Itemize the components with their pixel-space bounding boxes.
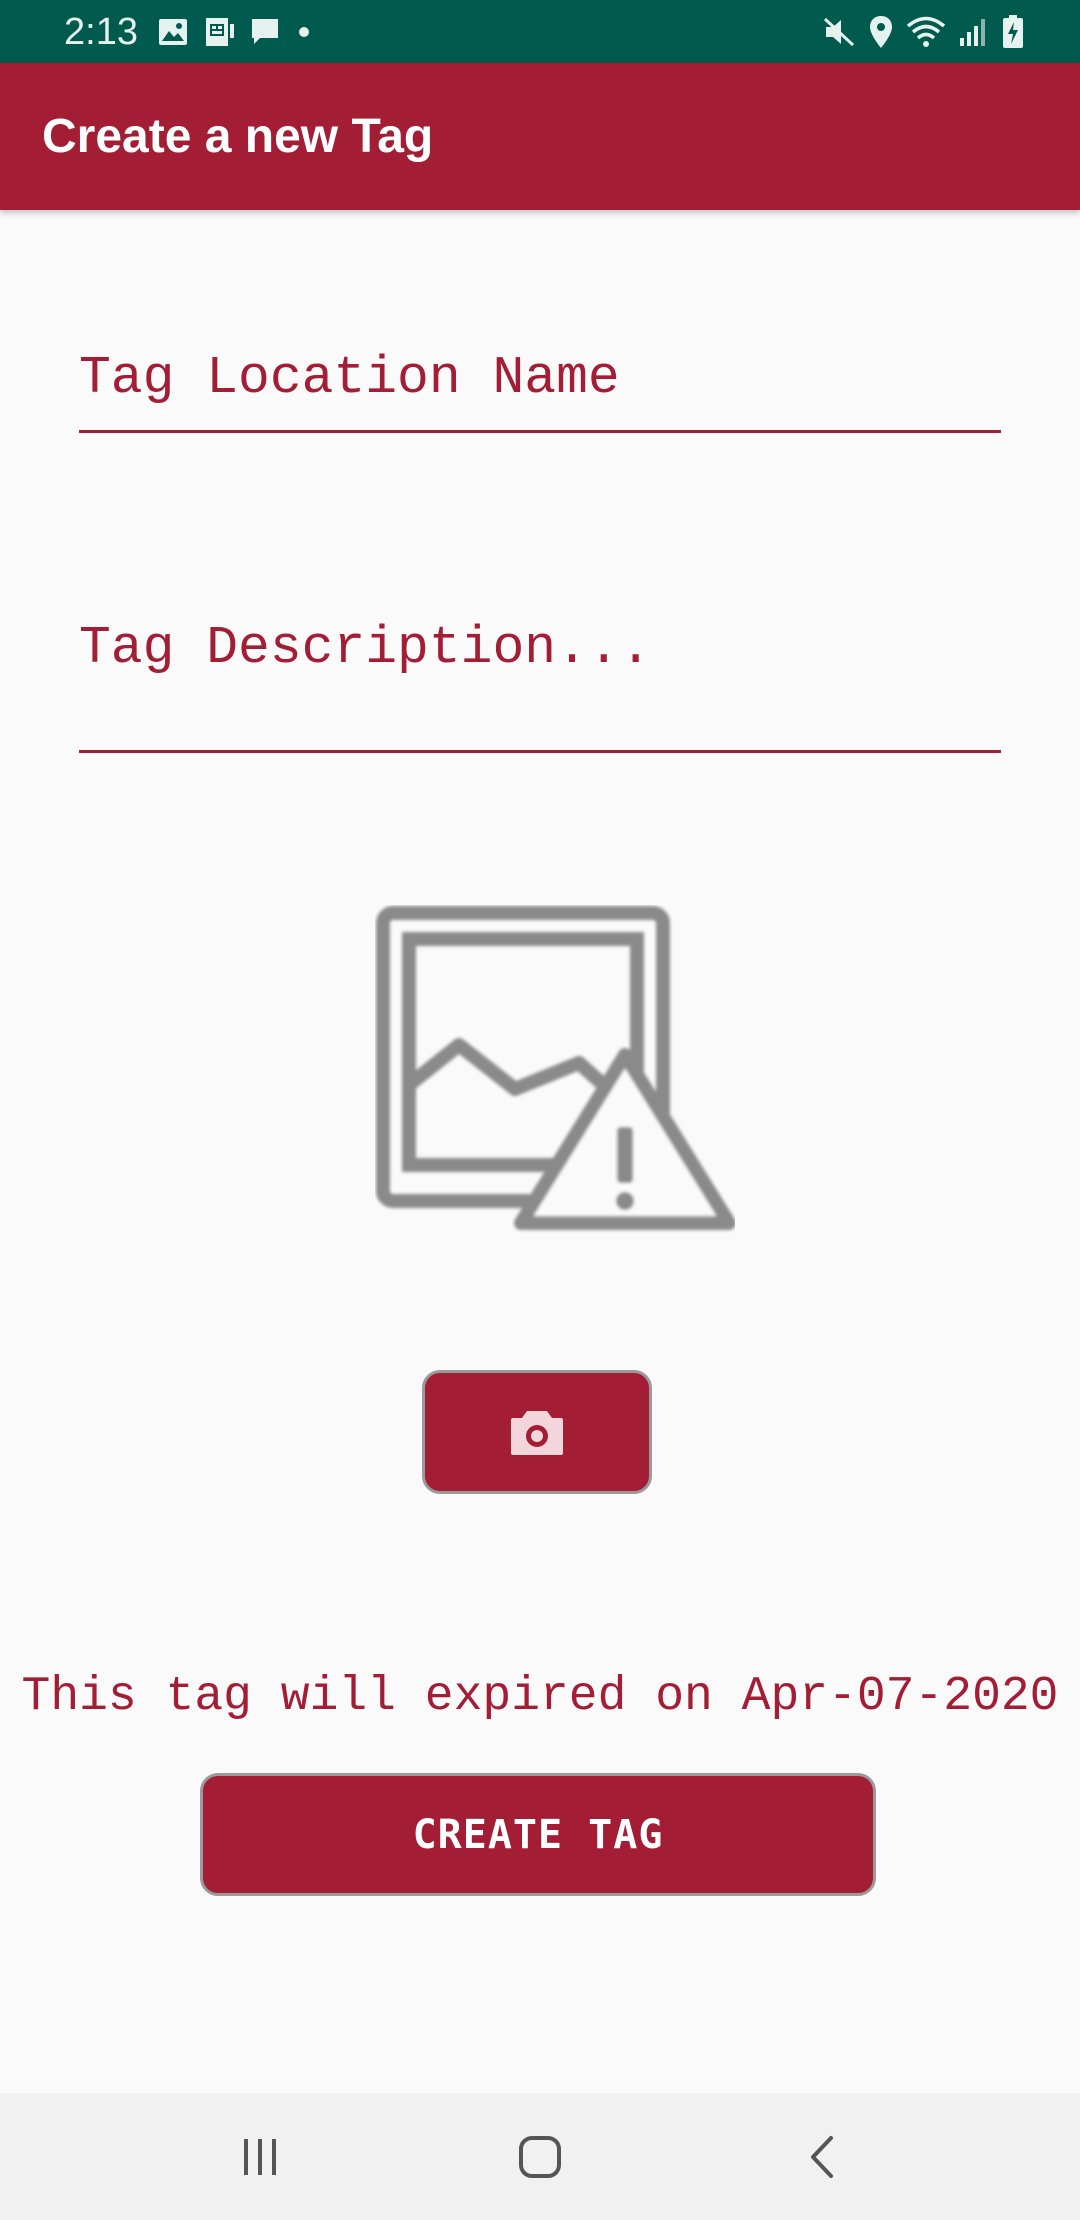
- battery-charging-icon: [1003, 15, 1023, 48]
- app-bar: Create a new Tag: [0, 63, 1080, 210]
- page-title: Create a new Tag: [42, 110, 434, 163]
- home-button[interactable]: [460, 2093, 620, 2220]
- create-tag-button[interactable]: CREATE TAG: [200, 1773, 876, 1896]
- status-bar: 2:13: [0, 0, 1080, 63]
- dot-icon: [299, 27, 309, 37]
- tag-location-name-placeholder: Tag Location Name: [79, 348, 620, 408]
- broken-image-icon: [376, 906, 735, 1230]
- navigation-bar: [0, 2093, 1080, 2220]
- home-icon: [519, 2135, 561, 2178]
- image-icon: [159, 19, 187, 45]
- sim-card-icon: [206, 18, 234, 46]
- recents-button[interactable]: [180, 2093, 340, 2220]
- mute-icon: [823, 17, 855, 47]
- screen: 2:13 Create a new Tag Tag Location Name …: [0, 0, 1080, 2220]
- status-icons-right: [822, 14, 1024, 50]
- location-icon: [870, 16, 892, 48]
- signal-icon: [960, 19, 985, 46]
- tag-location-name-field[interactable]: Tag Location Name: [79, 330, 1001, 433]
- status-icons-left: [158, 16, 314, 48]
- tag-description-field[interactable]: Tag Description...: [79, 600, 1001, 753]
- expiry-text: This tag will expired on Apr-07-2020: [21, 1670, 1059, 1724]
- create-tag-label: CREATE TAG: [412, 1811, 664, 1858]
- wifi-icon: [906, 16, 946, 47]
- back-icon: [811, 2135, 833, 2178]
- camera-button[interactable]: [422, 1370, 652, 1494]
- tag-description-placeholder: Tag Description...: [79, 618, 652, 678]
- message-icon: [252, 19, 278, 44]
- status-time: 2:13: [64, 11, 138, 53]
- recents-icon: [244, 2138, 276, 2175]
- camera-icon: [511, 1411, 563, 1455]
- back-button[interactable]: [742, 2093, 902, 2220]
